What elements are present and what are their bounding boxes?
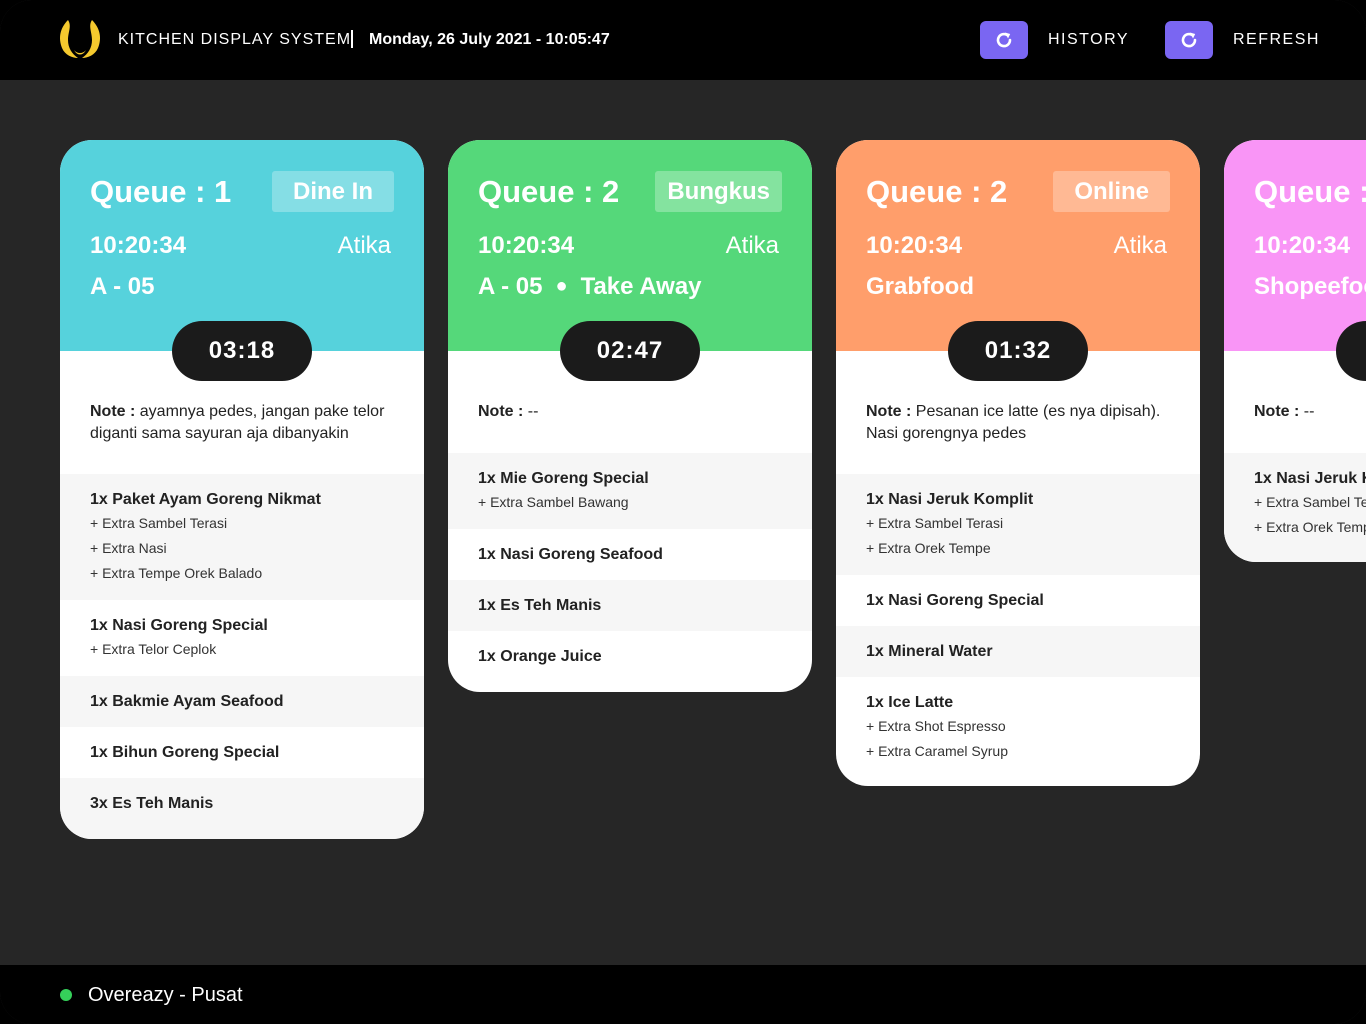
history-button[interactable] — [980, 21, 1028, 59]
order-item[interactable]: 1x Es Teh Manis — [448, 580, 812, 631]
order-item[interactable]: 1x Nasi Goreng Seafood — [448, 529, 812, 580]
item-name: 1x Nasi Goreng Special — [90, 617, 268, 634]
item-name: 1x Mie Goreng Special — [478, 470, 649, 487]
queue-number: Queue : 2 — [866, 174, 1008, 209]
order-card-header: Queue : 2 Bungkus 10:20:34 Atika A - 05 ●… — [448, 140, 812, 381]
order-item[interactable]: 3x Es Teh Manis — [60, 778, 424, 839]
store-name: Overeazy - Pusat — [88, 984, 243, 1006]
item-name: 1x Nasi Jeruk Komplit — [1254, 470, 1366, 487]
item-extra: + Extra Sambel Terasi — [90, 515, 228, 531]
current-datetime: Monday, 26 July 2021 - 10:05:47 — [369, 31, 610, 48]
item-extra: + Extra Sambel Terasi — [866, 515, 1004, 531]
order-items: 1x Nasi Jeruk Komplit + Extra Sambel Ter… — [836, 474, 1200, 786]
note-text: Pesanan ice latte (es nya dipisah). Nasi… — [866, 403, 1161, 442]
order-item[interactable]: 1x Mineral Water — [836, 626, 1200, 677]
item-extra: + Extra Sambel Terasi — [1254, 494, 1366, 510]
order-item[interactable]: 1x Bihun Goreng Special — [60, 727, 424, 778]
table-info: A - 05 ● Take Away — [478, 273, 702, 302]
order-card[interactable]: Queue : 2 Bungkus 10:20:34 Atika A - 05 ●… — [448, 140, 812, 692]
logo-icon — [60, 20, 100, 58]
cashier-name: Atika — [337, 232, 391, 259]
item-name: 1x Ice Latte — [866, 694, 954, 711]
order-item[interactable]: 1x Nasi Goreng Special + Extra Telor Cep… — [60, 600, 424, 676]
item-name: 1x Paket Ayam Goreng Nikmat — [90, 491, 321, 508]
order-type-badge: Online — [1053, 171, 1170, 212]
item-name: 1x Bihun Goreng Special — [90, 744, 280, 761]
note-label: Note : — [1254, 403, 1300, 420]
order-item[interactable]: 1x Ice Latte + Extra Shot Espresso + Ext… — [836, 677, 1200, 786]
cashier-name: Atika — [1113, 232, 1167, 259]
order-item[interactable]: 1x Nasi Jeruk Komplit + Extra Sambel Ter… — [836, 474, 1200, 575]
refresh-label[interactable]: REFRESH — [1233, 30, 1320, 50]
cashier-name: Atika — [725, 232, 779, 259]
order-time: 10:20:34 — [1254, 232, 1351, 259]
item-name: 3x Es Teh Manis — [90, 795, 214, 812]
queue-number: Queue : 1 — [90, 174, 232, 209]
item-name: 1x Bakmie Ayam Seafood — [90, 693, 284, 710]
order-item[interactable]: 1x Nasi Goreng Special — [836, 575, 1200, 626]
order-card-header: Queue : 1 Dine In 10:20:34 Atika A - 05 … — [60, 140, 424, 381]
item-name: 1x Nasi Goreng Special — [866, 592, 1044, 609]
note-label: Note : — [90, 403, 136, 420]
order-card[interactable]: Queue : 2 Online 10:20:34 Atika Grabfood… — [836, 140, 1200, 786]
delivery-platform: Grabfood — [866, 273, 974, 300]
order-time: 10:20:34 — [90, 232, 187, 259]
top-bar: KITCHEN DISPLAY SYSTEM Monday, 26 July 2… — [0, 0, 1366, 80]
order-item[interactable]: 1x Paket Ayam Goreng Nikmat + Extra Samb… — [60, 474, 424, 600]
note-text: -- — [527, 403, 539, 420]
online-status-indicator — [60, 989, 72, 1001]
item-extra: + Extra Nasi — [90, 540, 167, 556]
order-item[interactable]: 1x Bakmie Ayam Seafood — [60, 676, 424, 727]
order-items: 1x Mie Goreng Special + Extra Sambel Baw… — [448, 453, 812, 692]
item-extra: + Extra Tempe Orek Balado — [90, 565, 263, 581]
refresh-button[interactable] — [1165, 21, 1213, 59]
item-extra: + Extra Sambel Bawang — [478, 494, 629, 510]
item-name: 1x Orange Juice — [478, 648, 602, 665]
item-extra: + Extra Caramel Syrup — [866, 743, 1008, 759]
item-name: 1x Mineral Water — [866, 643, 993, 660]
order-items: 1x Paket Ayam Goreng Nikmat + Extra Samb… — [60, 474, 424, 839]
item-extra: + Extra Shot Espresso — [866, 718, 1006, 734]
note-label: Note : — [866, 403, 912, 420]
item-extra: + Extra Telor Ceplok — [90, 641, 217, 657]
history-label[interactable]: HISTORY — [1048, 30, 1129, 50]
history-icon — [996, 32, 1012, 48]
item-name: 1x Nasi Jeruk Komplit — [866, 491, 1034, 508]
note-text: -- — [1303, 403, 1315, 420]
elapsed-timer: 03:18 — [172, 321, 312, 381]
table-number: A - 05 — [90, 273, 155, 300]
delivery-platform: Shopeefood — [1254, 273, 1366, 300]
refresh-icon — [1181, 32, 1197, 48]
note-label: Note : — [478, 403, 524, 420]
item-name: 1x Es Teh Manis — [478, 597, 602, 614]
order-item[interactable]: 1x Orange Juice — [448, 631, 812, 692]
order-items: 1x Nasi Jeruk Komplit + Extra Sambel Ter… — [1224, 453, 1366, 562]
status-bar: Overeazy - Pusat — [0, 965, 1366, 1024]
order-card-header: Queue : 2 Online 10:20:34 Atika Grabfood… — [836, 140, 1200, 381]
separator-dot: ● — [555, 275, 568, 297]
order-card-header: Queue : 2 10:20:34 Shopeefood — [1224, 140, 1366, 381]
order-time: 10:20:34 — [478, 232, 575, 259]
elapsed-timer: 01:32 — [948, 321, 1088, 381]
order-type-badge: Dine In — [271, 171, 394, 212]
elapsed-timer: 02:47 — [560, 321, 700, 381]
item-extra: + Extra Orek Tempe — [1254, 519, 1366, 535]
table-number: A - 05 — [478, 273, 543, 300]
order-item[interactable]: 1x Mie Goreng Special + Extra Sambel Baw… — [448, 453, 812, 529]
order-type-badge: Bungkus — [655, 171, 782, 212]
item-extra: + Extra Orek Tempe — [866, 540, 991, 556]
note-text: ayamnya pedes, jangan pake telor diganti… — [90, 403, 385, 442]
order-card[interactable]: Queue : 2 10:20:34 Shopeefood Note : -- … — [1224, 140, 1366, 562]
item-name: 1x Nasi Goreng Seafood — [478, 546, 663, 563]
app-title: KITCHEN DISPLAY SYSTEM — [118, 31, 352, 48]
service-type: Take Away — [580, 273, 702, 300]
header-divider — [351, 30, 353, 48]
order-time: 10:20:34 — [866, 232, 963, 259]
order-card[interactable]: Queue : 1 Dine In 10:20:34 Atika A - 05 … — [60, 140, 424, 839]
order-item[interactable]: 1x Nasi Jeruk Komplit + Extra Sambel Ter… — [1224, 453, 1366, 562]
queue-number: Queue : 2 — [478, 174, 620, 209]
queue-number: Queue : 2 — [1254, 174, 1366, 209]
app-frame: KITCHEN DISPLAY SYSTEM Monday, 26 July 2… — [0, 0, 1366, 1024]
